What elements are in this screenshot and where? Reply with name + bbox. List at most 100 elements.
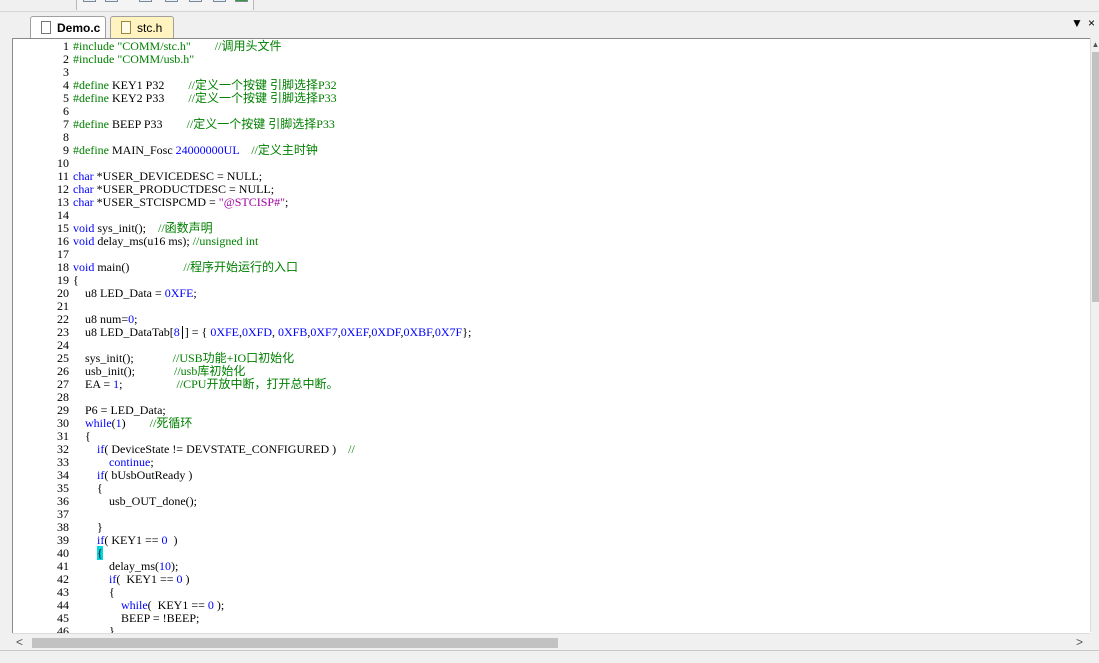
diamond-icon[interactable]: [189, 0, 202, 2]
code-token: 0X7F: [434, 325, 463, 339]
code-token: //调用头文件: [214, 39, 282, 53]
code-token: char: [73, 182, 94, 196]
code-token: MAIN_Fosc: [108, 143, 176, 157]
code-token: KEY1 P32: [108, 78, 189, 92]
code-token: usb_init();: [73, 364, 174, 378]
code-token: BEEP P33: [108, 117, 187, 131]
code-text: #define BEEP P33 //定义一个按键 引脚选择P33: [73, 118, 335, 131]
code-line[interactable]: 9 #define MAIN_Fosc 24000000UL //定义主时钟: [13, 144, 1091, 157]
code-line[interactable]: 28: [13, 391, 1091, 404]
code-line[interactable]: 20 u8 LED_Data = 0XFE;: [13, 287, 1091, 300]
code-line[interactable]: 32 if( DeviceState != DEVSTATE_CONFIGURE…: [13, 443, 1091, 456]
scroll-up-icon[interactable]: ▲: [1091, 40, 1099, 49]
code-line[interactable]: 46 }: [13, 624, 1091, 634]
code-token: ;: [119, 377, 177, 391]
window-icon[interactable]: [139, 0, 152, 2]
code-token: sys_init();: [94, 221, 159, 235]
code-text: EA = 1; //CPU开放中断，打开总中断。: [73, 378, 338, 391]
dropdown-icon[interactable]: [83, 0, 96, 2]
vertical-scroll-thumb[interactable]: [1092, 52, 1099, 302]
code-line[interactable]: 36 usb_OUT_done();: [13, 495, 1091, 508]
code-token: ( DeviceState != DEVSTATE_CONFIGURED ): [104, 442, 349, 456]
code-text: u8 LED_DataTab[8] = { 0XFE,0XFD, 0XFB,0X…: [73, 326, 471, 339]
tab-stc-h[interactable]: stc.h: [110, 16, 174, 38]
pin-icon[interactable]: [213, 0, 226, 2]
code-token: {: [73, 585, 115, 599]
code-line[interactable]: 18 void main() //程序开始运行的入口: [13, 261, 1091, 274]
code-token: #include "COMM/usb.h": [73, 52, 195, 66]
code-token: "@STCISP#": [218, 195, 285, 209]
code-token: ;: [150, 455, 154, 469]
code-token: ( KEY1 ==: [116, 572, 177, 586]
code-token: {: [97, 546, 103, 560]
code-token: u8 LED_DataTab[: [73, 325, 174, 339]
code-token: ;: [193, 286, 197, 300]
code-line[interactable]: 42 if( KEY1 == 0 ): [13, 573, 1091, 586]
print-icon[interactable]: [165, 0, 178, 2]
code-token: //程序开始运行的入口: [183, 260, 299, 274]
code-line[interactable]: 13 char *USER_STCISPCMD = "@STCISP#";: [13, 196, 1091, 209]
close-tab-icon[interactable]: ×: [1088, 16, 1095, 30]
code-token: //定义一个按键 引脚选择P33: [188, 91, 337, 105]
code-token: //定义一个按键 引脚选择P33: [186, 117, 335, 131]
editor-tab-bar: Demo.c stc.h ▼ ×: [0, 11, 1099, 39]
code-token: BEEP = !BEEP;: [73, 611, 200, 625]
code-token: ] = {: [184, 325, 211, 339]
code-token: #define: [73, 143, 109, 157]
code-token: //死循环: [149, 416, 193, 430]
code-token: //usb库初始化: [174, 364, 246, 378]
code-token: //USB功能+IO口初始化: [172, 351, 295, 365]
code-token: void: [73, 234, 95, 248]
code-line[interactable]: 39 if( KEY1 == 0 ): [13, 534, 1091, 547]
tools-icon[interactable]: [105, 0, 118, 2]
code-token: {: [73, 429, 91, 443]
code-line[interactable]: 16 void delay_ms(u16 ms); //unsigned int: [13, 235, 1091, 248]
code-line[interactable]: 27 EA = 1; //CPU开放中断，打开总中断。: [13, 378, 1091, 391]
code-line[interactable]: 45 BEEP = !BEEP;: [13, 612, 1091, 625]
code-token: 24000000UL: [175, 143, 240, 157]
code-line[interactable]: 21: [13, 300, 1091, 313]
code-token: #define: [73, 91, 109, 105]
code-token: ( KEY1 ==: [104, 533, 162, 547]
code-token: EA =: [73, 377, 114, 391]
code-line[interactable]: 5 #define KEY2 P33 //定义一个按键 引脚选择P33: [13, 92, 1091, 105]
vertical-scrollbar[interactable]: ▲: [1090, 38, 1099, 632]
code-line[interactable]: 2 #include "COMM/usb.h": [13, 53, 1091, 66]
code-token: ): [182, 572, 190, 586]
scroll-left-icon[interactable]: <: [16, 635, 23, 649]
code-token: //CPU开放中断，打开总中断。: [176, 377, 339, 391]
code-token: }: [73, 520, 103, 534]
code-line[interactable]: 23 u8 LED_DataTab[8] = { 0XFE,0XFD, 0XFB…: [13, 326, 1091, 339]
toolbar-button-group: [76, 0, 254, 10]
code-token: KEY2 P33: [108, 91, 189, 105]
line-number: 46: [57, 624, 69, 634]
tab-list-dropdown-icon[interactable]: ▼: [1071, 16, 1083, 30]
code-token: 0XFD: [242, 325, 273, 339]
horizontal-scrollbar[interactable]: < >: [12, 633, 1090, 651]
code-line[interactable]: 7 #define BEEP P33 //定义一个按键 引脚选择P33: [13, 118, 1091, 131]
code-token: 0XFE: [164, 286, 194, 300]
tab-demo-c[interactable]: Demo.c: [30, 16, 106, 38]
code-line[interactable]: 34 if( bUsbOutReady ): [13, 469, 1091, 482]
code-editor[interactable]: 1 #include "COMM/stc.h" //调用头文件 2 #include …: [12, 38, 1091, 633]
code-token: usb_OUT_done();: [73, 494, 197, 508]
c-file-icon: [41, 21, 51, 34]
code-line[interactable]: 37: [13, 508, 1091, 521]
code-text: #include "COMM/usb.h": [73, 53, 194, 66]
code-token: P6 = LED_Data;: [73, 403, 166, 417]
scroll-right-icon[interactable]: >: [1076, 635, 1083, 649]
build-icon[interactable]: [235, 0, 248, 2]
code-token: //定义主时钟: [251, 143, 318, 157]
code-line[interactable]: 30 while(1) //死循环: [13, 417, 1091, 430]
code-token: };: [462, 325, 472, 339]
horizontal-scroll-thumb[interactable]: [32, 638, 558, 648]
code-text: #define KEY2 P33 //定义一个按键 引脚选择P33: [73, 92, 337, 105]
code-token: ;: [285, 195, 289, 209]
